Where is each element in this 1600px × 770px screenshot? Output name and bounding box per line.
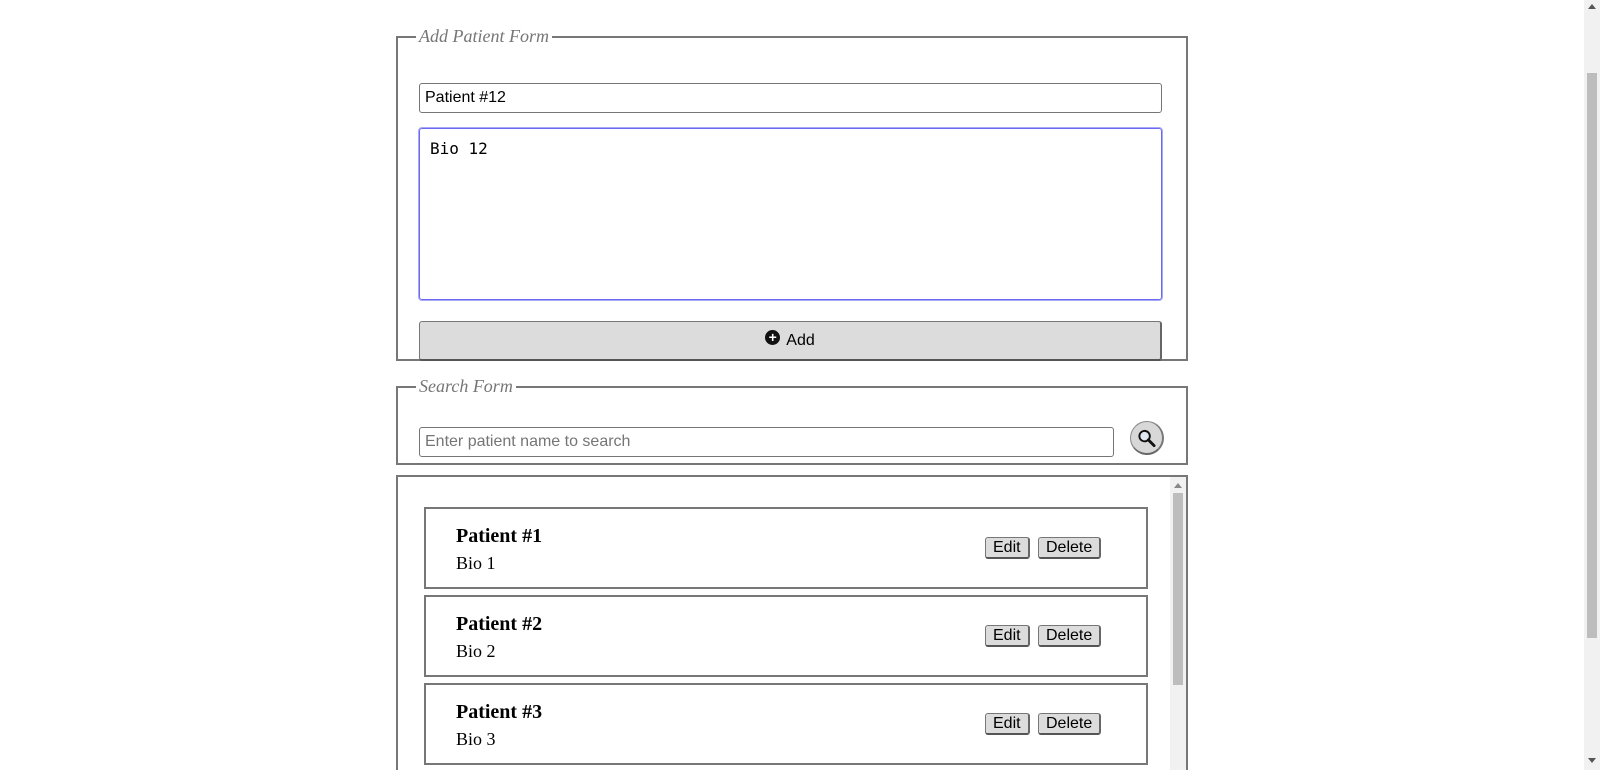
list-scrollbar[interactable] bbox=[1170, 477, 1186, 770]
scroll-up-arrow-icon[interactable] bbox=[1174, 483, 1182, 488]
list-scrollbar-thumb[interactable] bbox=[1173, 493, 1183, 685]
delete-button[interactable]: Delete bbox=[1038, 713, 1102, 735]
page-scroll-up-arrow-icon[interactable] bbox=[1588, 4, 1596, 9]
plus-circle-icon: + bbox=[765, 330, 781, 345]
add-form-legend: Add Patient Form bbox=[419, 26, 549, 46]
add-button[interactable]: + Add bbox=[419, 321, 1162, 361]
edit-button[interactable]: Edit bbox=[985, 537, 1030, 559]
page-scrollbar-thumb[interactable] bbox=[1587, 73, 1597, 638]
patient-list-panel[interactable]: Patient #1 Bio 1 Edit Delete Patient #2 … bbox=[396, 475, 1188, 770]
patient-bio: Bio 2 bbox=[456, 641, 496, 661]
delete-button[interactable]: Delete bbox=[1038, 537, 1102, 559]
search-input[interactable] bbox=[419, 427, 1114, 457]
add-button-label: Add bbox=[786, 331, 815, 349]
search-button[interactable] bbox=[1130, 421, 1164, 455]
page-scrollbar[interactable] bbox=[1584, 0, 1600, 770]
search-form-legend: Search Form bbox=[419, 376, 513, 396]
patient-name: Patient #1 bbox=[456, 525, 543, 547]
patient-name-input[interactable] bbox=[419, 83, 1162, 113]
magnifier-icon bbox=[1138, 429, 1156, 447]
page: Add Patient Form Bio 12 + Add Search For… bbox=[0, 0, 1600, 770]
add-patient-form: Add Patient Form Bio 12 + Add bbox=[396, 26, 1188, 361]
page-scroll-down-arrow-icon[interactable] bbox=[1588, 758, 1596, 763]
patient-card: Patient #2 Bio 2 Edit Delete bbox=[424, 595, 1148, 677]
search-form: Search Form bbox=[396, 376, 1188, 465]
patient-card: Patient #1 Bio 1 Edit Delete bbox=[424, 507, 1148, 589]
patient-bio-textarea[interactable]: Bio 12 bbox=[418, 127, 1163, 301]
patient-card: Patient #3 Bio 3 Edit Delete bbox=[424, 683, 1148, 765]
patient-bio: Bio 3 bbox=[456, 729, 496, 749]
patient-name: Patient #3 bbox=[456, 701, 543, 723]
delete-button[interactable]: Delete bbox=[1038, 625, 1102, 647]
edit-button[interactable]: Edit bbox=[985, 713, 1030, 735]
edit-button[interactable]: Edit bbox=[985, 625, 1030, 647]
patient-name: Patient #2 bbox=[456, 613, 543, 635]
patient-bio: Bio 1 bbox=[456, 553, 496, 573]
patient-list: Patient #1 Bio 1 Edit Delete Patient #2 … bbox=[398, 477, 1170, 770]
